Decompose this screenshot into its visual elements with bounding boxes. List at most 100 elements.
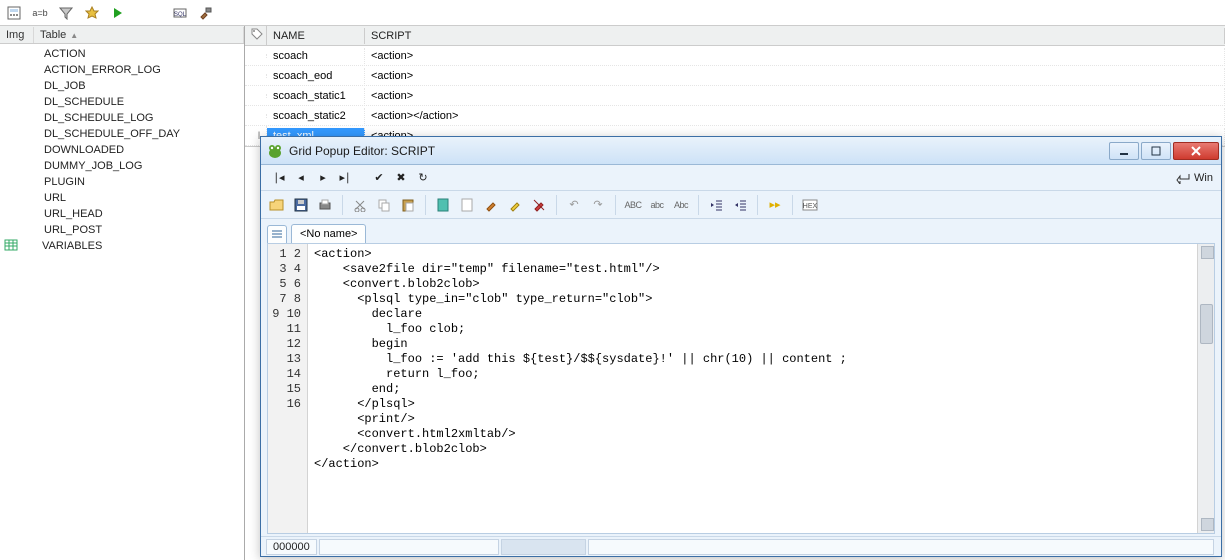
cell-name[interactable]: scoach_static2 xyxy=(267,108,365,124)
commit-icon[interactable]: ✔ xyxy=(369,169,389,187)
copy-icon[interactable] xyxy=(374,195,394,215)
table-name: DUMMY_JOB_LOG xyxy=(22,160,142,172)
records-grid: NAME SCRIPT scoach<action>scoach_eod<act… xyxy=(245,26,1225,147)
status-cell-4 xyxy=(588,539,1214,555)
code-editor[interactable]: 1 2 3 4 5 6 7 8 9 10 11 12 13 14 15 16 <… xyxy=(267,243,1215,534)
run-icon[interactable] xyxy=(108,3,128,23)
table-name: URL_POST xyxy=(22,224,102,236)
tab-list-icon[interactable] xyxy=(267,225,287,243)
ab-icon[interactable]: a=b xyxy=(30,3,50,23)
save-icon[interactable] xyxy=(291,195,311,215)
table-row[interactable]: DOWNLOADED xyxy=(0,142,244,158)
star-refresh-icon[interactable] xyxy=(82,3,102,23)
app-icon xyxy=(267,143,283,159)
table-row[interactable]: PLUGIN xyxy=(0,174,244,190)
table-row[interactable]: VARIABLES xyxy=(0,238,244,254)
table-row[interactable]: DUMMY_JOB_LOG xyxy=(0,158,244,174)
table-row[interactable]: ACTION xyxy=(0,46,244,62)
table-name: DL_SCHEDULE xyxy=(22,96,124,108)
doc-icon[interactable] xyxy=(433,195,453,215)
table-name: URL xyxy=(22,192,66,204)
grid-row[interactable]: scoach_static2<action></action> xyxy=(245,106,1225,126)
svg-text:SQL: SQL xyxy=(174,12,187,18)
cut-icon[interactable] xyxy=(350,195,370,215)
tag-icon xyxy=(251,28,263,40)
hex-icon[interactable]: HEX xyxy=(800,195,820,215)
calc-icon[interactable] xyxy=(4,3,24,23)
cell-script[interactable]: <action></action> xyxy=(365,108,1225,124)
hammer-icon[interactable] xyxy=(196,3,216,23)
undo-icon[interactable]: ↶ xyxy=(564,195,584,215)
code-area[interactable]: <action> <save2file dir="temp" filename=… xyxy=(308,244,1197,533)
redo-icon[interactable]: ↷ xyxy=(588,195,608,215)
print-icon[interactable] xyxy=(315,195,335,215)
status-cell-2 xyxy=(319,539,499,555)
indent-icon[interactable] xyxy=(730,195,750,215)
table-name: DOWNLOADED xyxy=(22,144,124,156)
case-title-icon[interactable]: Abc xyxy=(671,195,691,215)
col-img[interactable]: Img xyxy=(0,27,34,43)
tab-noname[interactable]: <No name> xyxy=(291,224,366,243)
table-row[interactable]: DL_SCHEDULE xyxy=(0,94,244,110)
open-icon[interactable] xyxy=(267,195,287,215)
col-name[interactable]: NAME xyxy=(267,28,365,44)
cell-script[interactable]: <action> xyxy=(365,68,1225,84)
last-record-icon[interactable]: ▸∣ xyxy=(335,169,355,187)
fast-forward-icon[interactable]: ▸▸ xyxy=(765,195,785,215)
minimize-button[interactable] xyxy=(1109,142,1139,160)
table-row[interactable]: DL_JOB xyxy=(0,78,244,94)
cell-script[interactable]: <action> xyxy=(365,88,1225,104)
col-script[interactable]: SCRIPT xyxy=(365,28,1225,44)
vertical-scrollbar[interactable] xyxy=(1197,244,1214,533)
highlight-icon[interactable] xyxy=(505,195,525,215)
cell-name[interactable]: scoach_eod xyxy=(267,68,365,84)
brush-icon[interactable] xyxy=(481,195,501,215)
nav-toolbar: ∣◂ ◂ ▸ ▸∣ ✔ ✖ ↻ Win xyxy=(261,165,1221,191)
table-row[interactable]: DL_SCHEDULE_OFF_DAY xyxy=(0,126,244,142)
window-title: Grid Popup Editor: SCRIPT xyxy=(289,144,1107,158)
refresh-icon[interactable]: ↻ xyxy=(413,169,433,187)
table-row[interactable]: URL xyxy=(0,190,244,206)
tables-header: Img Table▲ xyxy=(0,26,244,44)
row-marker xyxy=(245,94,267,98)
line-gutter: 1 2 3 4 5 6 7 8 9 10 11 12 13 14 15 16 xyxy=(268,244,308,533)
case-upper-icon[interactable]: ABC xyxy=(623,195,643,215)
paste-icon[interactable] xyxy=(398,195,418,215)
col-selector[interactable] xyxy=(245,26,267,45)
status-position: 000000 xyxy=(266,539,317,555)
col-table[interactable]: Table▲ xyxy=(34,27,244,43)
titlebar[interactable]: Grid Popup Editor: SCRIPT xyxy=(261,137,1221,165)
table-row[interactable]: URL_HEAD xyxy=(0,206,244,222)
prev-record-icon[interactable]: ◂ xyxy=(291,169,311,187)
table-row[interactable]: URL_POST xyxy=(0,222,244,238)
first-record-icon[interactable]: ∣◂ xyxy=(269,169,289,187)
clear-format-icon[interactable] xyxy=(529,195,549,215)
table-name: DL_SCHEDULE_OFF_DAY xyxy=(22,128,180,140)
table-row[interactable]: ACTION_ERROR_LOG xyxy=(0,62,244,78)
cell-name[interactable]: scoach_static1 xyxy=(267,88,365,104)
table-name: ACTION xyxy=(22,48,86,60)
status-cell-3 xyxy=(501,539,586,555)
case-lower-icon[interactable]: abc xyxy=(647,195,667,215)
maximize-button[interactable] xyxy=(1141,142,1171,160)
table-name: DL_JOB xyxy=(22,80,86,92)
win-toggle[interactable]: Win xyxy=(1176,172,1213,184)
cell-script[interactable]: <action> xyxy=(365,48,1225,64)
edit-toolbar: ↶ ↷ ABC abc Abc ▸▸ HEX xyxy=(261,191,1221,219)
new-doc-icon[interactable] xyxy=(457,195,477,215)
row-marker xyxy=(245,74,267,78)
scrollbar-thumb[interactable] xyxy=(1200,304,1213,344)
sql-icon[interactable]: SQL xyxy=(170,3,190,23)
filter-icon[interactable] xyxy=(56,3,76,23)
next-record-icon[interactable]: ▸ xyxy=(313,169,333,187)
close-button[interactable] xyxy=(1173,142,1219,160)
cell-name[interactable]: scoach xyxy=(267,48,365,64)
status-bar: 000000 xyxy=(261,536,1221,556)
table-row[interactable]: DL_SCHEDULE_LOG xyxy=(0,110,244,126)
unindent-icon[interactable] xyxy=(706,195,726,215)
grid-row[interactable]: scoach<action> xyxy=(245,46,1225,66)
cancel-icon[interactable]: ✖ xyxy=(391,169,411,187)
grid-row[interactable]: scoach_eod<action> xyxy=(245,66,1225,86)
table-name: DL_SCHEDULE_LOG xyxy=(22,112,153,124)
grid-row[interactable]: scoach_static1<action> xyxy=(245,86,1225,106)
